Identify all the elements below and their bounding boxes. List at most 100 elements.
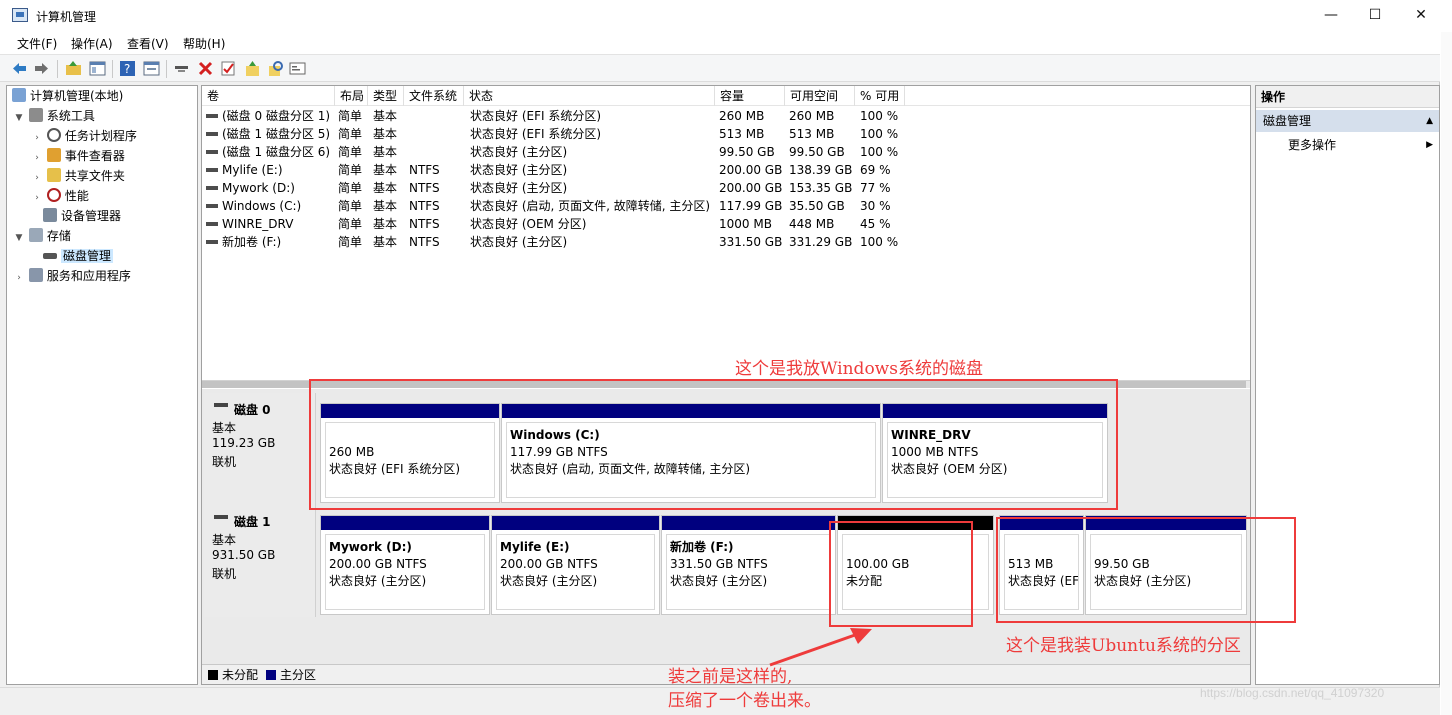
volume-row[interactable]: Windows (C:) 简单 基本 NTFS 状态良好 (启动, 页面文件, 故障转储… [202,197,922,215]
volume-name: (磁盘 1 磁盘分区 5) [222,127,331,141]
volume-filesystem: NTFS [409,163,440,177]
volume-capacity: 260 MB [719,109,765,123]
chevron-right-icon[interactable]: › [31,188,43,208]
volume-row[interactable]: Mylife (E:) 简单 基本 NTFS 状态良好 (主分区) 200.00 GB 13… [202,161,922,179]
tree-system-tools[interactable]: ▼ 系统工具 [13,106,95,126]
tree-event-viewer[interactable]: › 事件查看器 [31,146,125,166]
delete-icon[interactable] [197,60,214,77]
chevron-right-icon[interactable]: › [31,168,43,188]
tree-device-manager[interactable]: 设备管理器 [43,206,121,226]
volume-status: 状态良好 (EFI 系统分区) [470,127,602,141]
column-free-space[interactable]: 可用空间 [785,86,855,106]
collapse-icon[interactable]: ▲ [1426,110,1433,132]
volume-row[interactable]: (磁盘 1 磁盘分区 6) 简单 基本 状态良好 (主分区) 99.50 GB 99.50… [202,143,922,161]
toolbar-separator [57,60,58,78]
volume-filesystem: NTFS [409,235,440,249]
computer-management-icon [12,88,26,102]
volume-row[interactable]: (磁盘 1 磁盘分区 5) 简单 基本 状态良好 (EFI 系统分区) 513 MB 51… [202,125,922,143]
tree-storage[interactable]: ▼ 存储 [13,226,71,246]
properties-sheet-icon[interactable] [289,60,306,77]
tree-root[interactable]: 计算机管理(本地) [9,86,123,106]
tree-task-scheduler[interactable]: › 任务计划程序 [31,126,137,146]
more-actions[interactable]: 更多操作 [1288,136,1336,154]
volume-percent-free: 100 % [860,235,899,249]
column-volume[interactable]: 卷 [202,86,335,106]
column-filesystem[interactable]: 文件系统 [404,86,464,106]
volume-percent-free: 77 % [860,181,891,195]
volume-free-space: 153.35 GB [789,181,853,195]
partition-mywork-d[interactable]: Mywork (D:) 200.00 GB NTFS 状态良好 (主分区) [320,515,490,615]
console-tree: 计算机管理(本地) ▼ 系统工具 › 任务计划程序 › 事件查看器 › 共享文件… [6,85,198,685]
volume-status: 状态良好 (启动, 页面文件, 故障转储, 主分区) [470,199,711,213]
menu-view[interactable]: 查看(V) [127,35,169,52]
tree-services-apps[interactable]: › 服务和应用程序 [13,266,131,286]
volume-row[interactable]: Mywork (D:) 简单 基本 NTFS 状态良好 (主分区) 200.00 GB 15… [202,179,922,197]
legend-unallocated: 未分配 [222,668,259,682]
minimize-button[interactable]: — [1308,0,1354,30]
title-bar: 计算机管理 — ☐ ✕ [0,0,1440,32]
maximize-button[interactable]: ☐ [1352,0,1398,30]
svg-text:?: ? [124,62,130,76]
volume-layout: 简单 [338,109,363,123]
volume-percent-free: 100 % [860,127,899,141]
volume-type: 基本 [373,145,398,159]
tree-shared-folders[interactable]: › 共享文件夹 [31,166,125,186]
search-icon[interactable] [267,60,284,77]
partition-new-volume-f[interactable]: 新加卷 (F:) 331.50 GB NTFS 状态良好 (主分区) [661,515,836,615]
import-icon[interactable] [244,60,261,77]
volume-free-space: 35.50 GB [789,199,845,213]
primary-swatch [266,670,276,680]
disk-icon [214,403,228,407]
chevron-right-icon[interactable]: › [13,268,25,288]
volume-free-space: 138.39 GB [789,163,853,177]
tree-performance[interactable]: › 性能 [31,186,89,206]
volume-name: 新加卷 (F:) [222,235,282,249]
column-capacity[interactable]: 容量 [715,86,785,106]
toolbar-separator [166,60,167,78]
toolbar: ? [0,54,1440,82]
annotation-before-line1: 装之前是这样的, [668,667,793,687]
column-percent-free[interactable]: % 可用 [855,86,905,106]
annotation-ubuntu-partition: 这个是我装Ubuntu系统的分区 [1006,636,1241,656]
chevron-right-icon[interactable]: › [31,128,43,148]
forward-icon[interactable] [33,60,50,77]
actions-section-disk-management[interactable]: 磁盘管理 ▲ [1256,110,1439,132]
properties-icon[interactable] [143,60,160,77]
help-icon[interactable]: ? [119,60,136,77]
up-folder-icon[interactable] [65,60,82,77]
close-button[interactable]: ✕ [1398,0,1444,30]
menu-file[interactable]: 文件(F) [17,35,57,52]
console-tree-icon[interactable] [89,60,106,77]
chevron-down-icon[interactable]: ▼ [13,108,25,128]
volume-filesystem: NTFS [409,199,440,213]
volume-layout: 简单 [338,217,363,231]
partition-mylife-e[interactable]: Mylife (E:) 200.00 GB NTFS 状态良好 (主分区) [491,515,660,615]
performance-icon [46,188,61,202]
connect-icon[interactable] [173,60,190,77]
volume-row[interactable]: WINRE_DRV 简单 基本 NTFS 状态良好 (OEM 分区) 1000 MB 448… [202,215,922,233]
menu-help[interactable]: 帮助(H) [183,35,225,52]
column-type[interactable]: 类型 [368,86,404,106]
volume-capacity: 513 MB [719,127,765,141]
column-status[interactable]: 状态 [464,86,715,106]
actions-header: 操作 [1256,86,1439,108]
tree-disk-management[interactable]: 磁盘管理 [43,246,114,266]
disk-icon [214,515,228,519]
menu-action[interactable]: 操作(A) [71,35,113,52]
volume-name: (磁盘 1 磁盘分区 6) [222,145,331,159]
volume-icon [206,204,218,208]
volume-row[interactable]: (磁盘 0 磁盘分区 1) 简单 基本 状态良好 (EFI 系统分区) 260 MB 26… [202,107,922,125]
column-layout[interactable]: 布局 [335,86,368,106]
volume-free-space: 448 MB [789,217,835,231]
disk-0-label[interactable]: 磁盘 0 基本 119.23 GB 联机 [204,393,316,505]
chevron-right-icon[interactable]: › [31,148,43,168]
chevron-right-icon[interactable]: ▶ [1426,136,1433,154]
back-icon[interactable] [11,60,28,77]
volume-row[interactable]: 新加卷 (F:) 简单 基本 NTFS 状态良好 (主分区) 331.50 GB 331.2… [202,233,922,251]
volume-name: WINRE_DRV [222,217,294,231]
chevron-down-icon[interactable]: ▼ [13,228,25,248]
volume-layout: 简单 [338,181,363,195]
disk-1-label[interactable]: 磁盘 1 基本 931.50 GB 联机 [204,505,316,617]
check-icon[interactable] [220,60,237,77]
menu-bar: 文件(F) 操作(A) 查看(V) 帮助(H) [0,32,1440,54]
